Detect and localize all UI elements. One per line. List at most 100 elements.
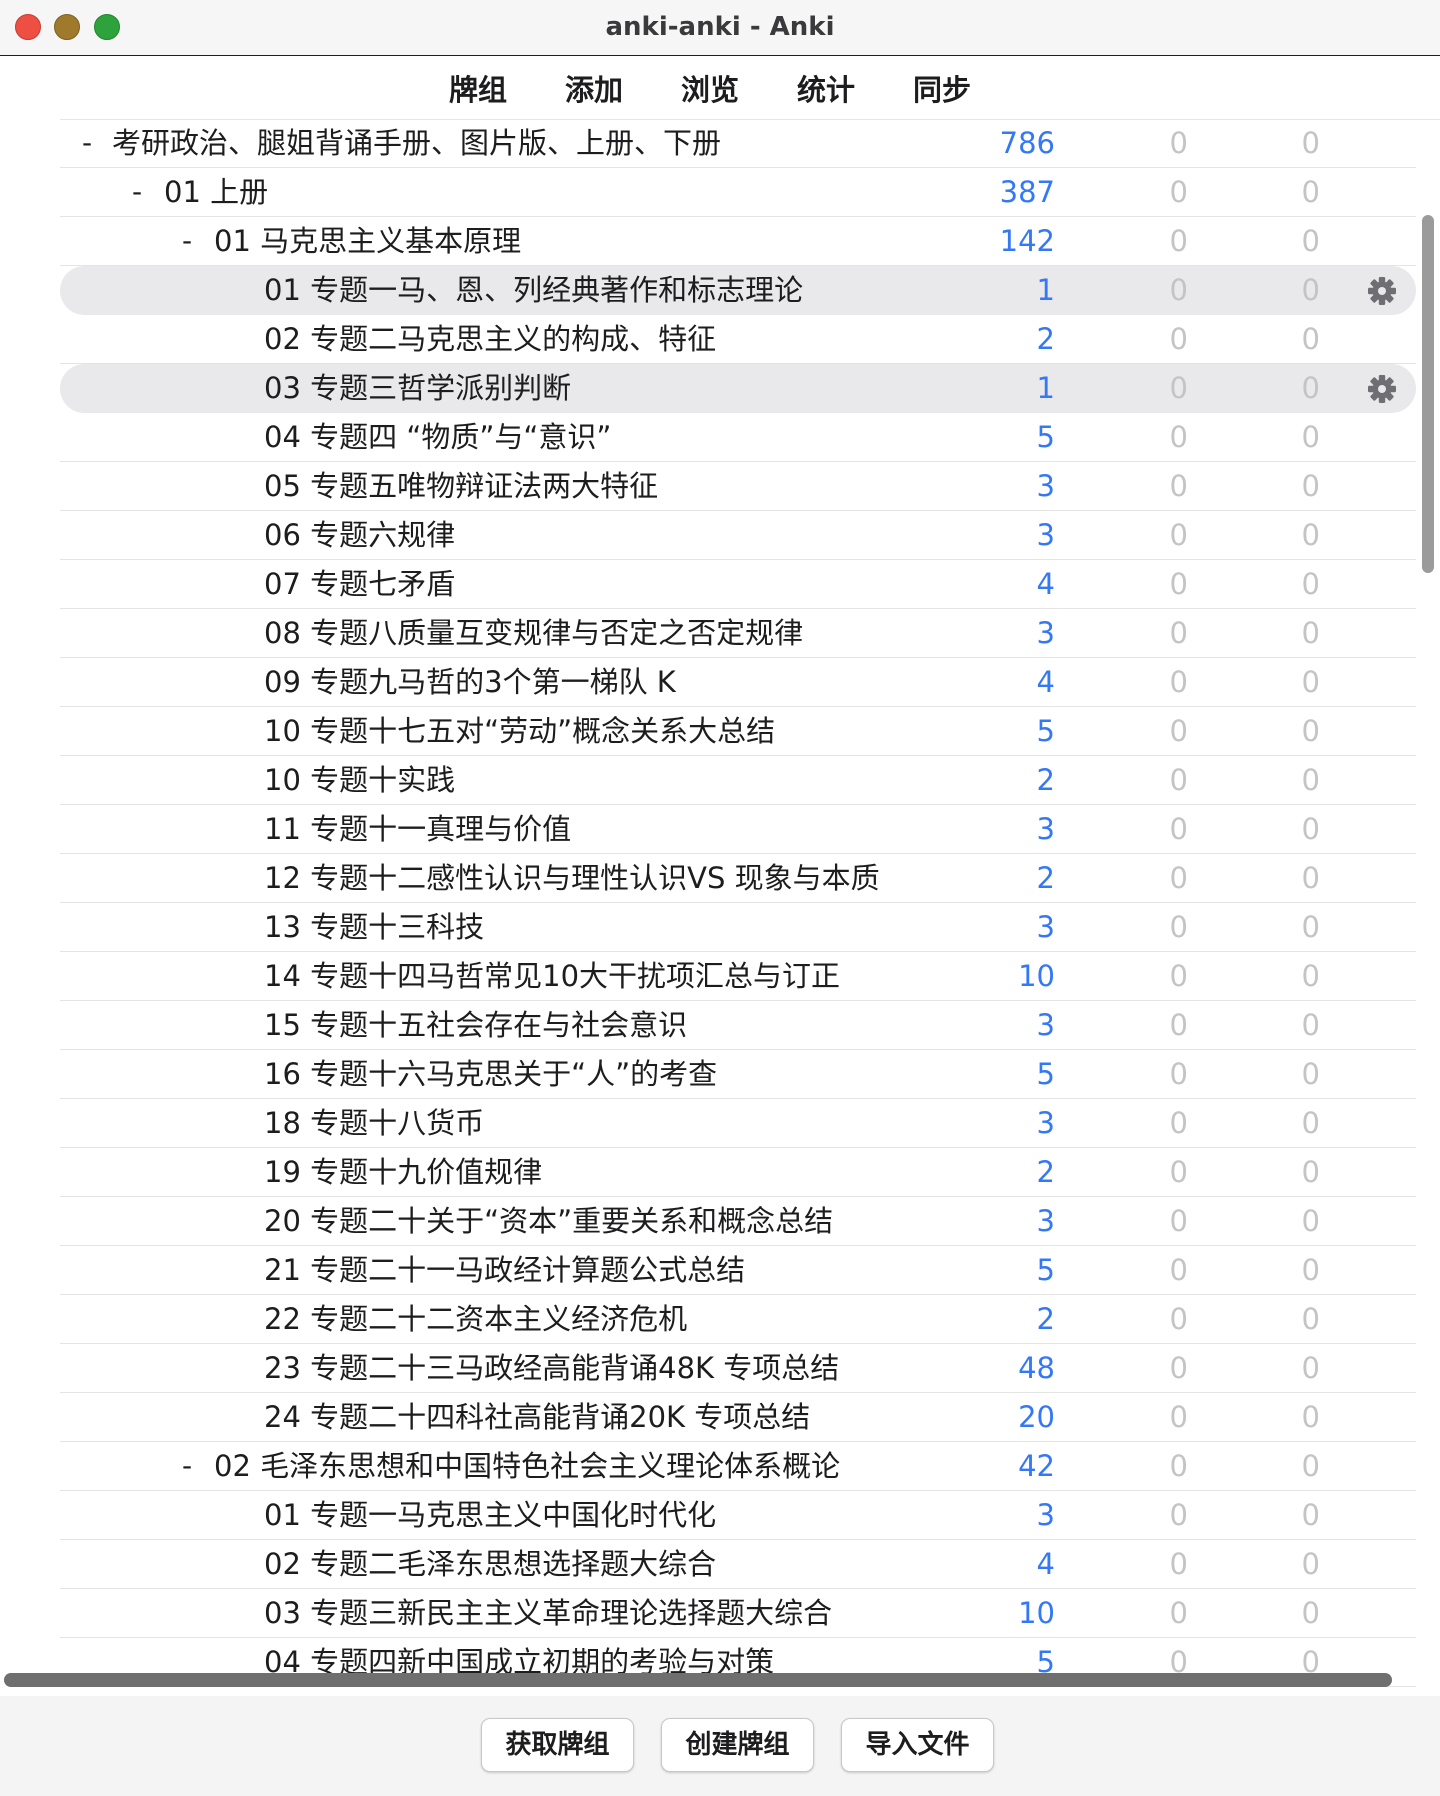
import-file-button[interactable]: 导入文件 (841, 1718, 994, 1772)
deck-row[interactable]: -02 毛泽东思想和中国特色社会主义理论体系概论 42 0 0 (60, 1442, 1416, 1491)
deck-row[interactable]: 13 专题十三科技 3 0 0 (60, 903, 1416, 952)
deck-name[interactable]: 10 专题十实践 (264, 756, 455, 805)
collapse-toggle[interactable]: - (132, 168, 154, 217)
deck-name[interactable]: 16 专题十六马克思关于“人”的考查 (264, 1050, 717, 1099)
deck-row[interactable]: 09 专题九马哲的3个第一梯队 K 4 0 0 (60, 658, 1416, 707)
new-count: 10 (1018, 959, 1055, 993)
collapse-toggle[interactable]: - (182, 1442, 204, 1491)
toolbar-browse-link[interactable]: 浏览 (681, 67, 739, 109)
deck-row[interactable]: 16 专题十六马克思关于“人”的考查 5 0 0 (60, 1050, 1416, 1099)
deck-name[interactable]: 考研政治、腿姐背诵手册、图片版、上册、下册 (112, 119, 721, 168)
learn-count: 0 (1169, 1498, 1188, 1532)
due-count: 0 (1301, 861, 1320, 895)
deck-name[interactable]: 02 毛泽东思想和中国特色社会主义理论体系概论 (214, 1442, 840, 1491)
deck-row[interactable]: -01 马克思主义基本原理 142 0 0 (60, 217, 1416, 266)
deck-name[interactable]: 09 专题九马哲的3个第一梯队 K (264, 658, 676, 707)
due-count: 0 (1301, 763, 1320, 797)
deck-row[interactable]: 20 专题二十关于“资本”重要关系和概念总结 3 0 0 (60, 1197, 1416, 1246)
deck-name[interactable]: 01 马克思主义基本原理 (214, 217, 521, 266)
deck-name[interactable]: 01 专题一马克思主义中国化时代化 (264, 1491, 716, 1540)
new-count: 5 (1036, 1057, 1055, 1091)
new-count: 5 (1036, 420, 1055, 454)
toolbar-add-link[interactable]: 添加 (565, 67, 623, 109)
deck-row[interactable]: 08 专题八质量互变规律与否定之否定规律 3 0 0 (60, 609, 1416, 658)
deck-name[interactable]: 22 专题二十二资本主义经济危机 (264, 1295, 687, 1344)
deck-name[interactable]: 04 专题四 “物质”与“意识” (264, 413, 611, 462)
learn-count: 0 (1169, 910, 1188, 944)
due-count: 0 (1301, 1204, 1320, 1238)
collapse-toggle[interactable]: - (182, 217, 204, 266)
deck-name[interactable]: 02 专题二毛泽东思想选择题大综合 (264, 1540, 716, 1589)
horizontal-scrollbar[interactable] (4, 1673, 1392, 1687)
deck-name[interactable]: 14 专题十四马哲常见10大干扰项汇总与订正 (264, 952, 840, 1001)
deck-row[interactable]: -01 上册 387 0 0 (60, 168, 1416, 217)
deck-name[interactable]: 21 专题二十一马政经计算题公式总结 (264, 1246, 745, 1295)
collapse-toggle[interactable]: - (82, 119, 104, 168)
deck-name[interactable]: 18 专题十八货币 (264, 1099, 484, 1148)
deck-name[interactable]: 10 专题十七五对“劳动”概念关系大总结 (264, 707, 775, 756)
deck-row[interactable]: 02 专题二毛泽东思想选择题大综合 4 0 0 (60, 1540, 1416, 1589)
toolbar-stats-link[interactable]: 统计 (797, 67, 855, 109)
window-title: anki-anki - Anki (605, 12, 835, 42)
deck-row[interactable]: 03 专题三新民主主义革命理论选择题大综合 10 0 0 (60, 1589, 1416, 1638)
deck-name[interactable]: 01 专题一马、恩、列经典著作和标志理论 (264, 266, 803, 315)
deck-name[interactable]: 23 专题二十三马政经高能背诵48K 专项总结 (264, 1344, 839, 1393)
deck-name[interactable]: 03 专题三哲学派别判断 (264, 364, 571, 413)
deck-name[interactable]: 11 专题十一真理与价值 (264, 805, 571, 854)
due-count: 0 (1301, 1547, 1320, 1581)
deck-name[interactable]: 06 专题六规律 (264, 511, 455, 560)
gear-icon[interactable] (1366, 275, 1398, 307)
deck-name[interactable]: 02 专题二马克思主义的构成、特征 (264, 315, 716, 364)
new-count: 42 (1018, 1449, 1055, 1483)
deck-row[interactable]: 06 专题六规律 3 0 0 (60, 511, 1416, 560)
deck-row[interactable]: 12 专题十二感性认识与理性认识VS 现象与本质 2 0 0 (60, 854, 1416, 903)
deck-name[interactable]: 08 专题八质量互变规律与否定之否定规律 (264, 609, 803, 658)
gear-icon[interactable] (1366, 373, 1398, 405)
deck-row[interactable]: 10 专题十实践 2 0 0 (60, 756, 1416, 805)
new-count: 20 (1018, 1400, 1055, 1434)
deck-name[interactable]: 24 专题二十四科社高能背诵20K 专项总结 (264, 1393, 810, 1442)
deck-row[interactable]: 22 专题二十二资本主义经济危机 2 0 0 (60, 1295, 1416, 1344)
learn-count: 0 (1169, 665, 1188, 699)
deck-row[interactable]: 07 专题七矛盾 4 0 0 (60, 560, 1416, 609)
get-shared-button[interactable]: 获取牌组 (481, 1718, 634, 1772)
deck-row[interactable]: 01 专题一马、恩、列经典著作和标志理论 1 0 0 (60, 266, 1416, 315)
deck-row[interactable]: 01 专题一马克思主义中国化时代化 3 0 0 (60, 1491, 1416, 1540)
toolbar-decks-link[interactable]: 牌组 (449, 67, 507, 109)
learn-count: 0 (1169, 224, 1188, 258)
deck-name[interactable]: 05 专题五唯物辩证法两大特征 (264, 462, 658, 511)
deck-row[interactable]: 14 专题十四马哲常见10大干扰项汇总与订正 10 0 0 (60, 952, 1416, 1001)
deck-row[interactable]: - 考研政治、腿姐背诵手册、图片版、上册、下册 786 0 0 (60, 119, 1416, 168)
deck-row[interactable]: 11 专题十一真理与价值 3 0 0 (60, 805, 1416, 854)
deck-row[interactable]: 02 专题二马克思主义的构成、特征 2 0 0 (60, 315, 1416, 364)
new-count: 3 (1036, 1008, 1055, 1042)
deck-row[interactable]: 10 专题十七五对“劳动”概念关系大总结 5 0 0 (60, 707, 1416, 756)
deck-name[interactable]: 01 上册 (164, 168, 268, 217)
deck-name[interactable]: 13 专题十三科技 (264, 903, 484, 952)
deck-row[interactable]: 23 专题二十三马政经高能背诵48K 专项总结 48 0 0 (60, 1344, 1416, 1393)
deck-row[interactable]: 24 专题二十四科社高能背诵20K 专项总结 20 0 0 (60, 1393, 1416, 1442)
deck-row[interactable]: 21 专题二十一马政经计算题公式总结 5 0 0 (60, 1246, 1416, 1295)
deck-name[interactable]: 19 专题十九价值规律 (264, 1148, 542, 1197)
new-count: 2 (1036, 861, 1055, 895)
new-count: 3 (1036, 1498, 1055, 1532)
create-deck-button[interactable]: 创建牌组 (661, 1718, 814, 1772)
deck-row[interactable]: 05 专题五唯物辩证法两大特征 3 0 0 (60, 462, 1416, 511)
deck-name[interactable]: 12 专题十二感性认识与理性认识VS 现象与本质 (264, 854, 880, 903)
learn-count: 0 (1169, 616, 1188, 650)
deck-row[interactable]: 19 专题十九价值规律 2 0 0 (60, 1148, 1416, 1197)
deck-name[interactable]: 15 专题十五社会存在与社会意识 (264, 1001, 687, 1050)
vertical-scrollbar[interactable] (1422, 215, 1434, 573)
deck-name[interactable]: 20 专题二十关于“资本”重要关系和概念总结 (264, 1197, 833, 1246)
learn-count: 0 (1169, 175, 1188, 209)
deck-row[interactable]: 03 专题三哲学派别判断 1 0 0 (60, 364, 1416, 413)
due-count: 0 (1301, 322, 1320, 356)
toolbar-sync-link[interactable]: 同步 (913, 67, 971, 109)
deck-row[interactable]: 04 专题四 “物质”与“意识” 5 0 0 (60, 413, 1416, 462)
new-count: 2 (1036, 322, 1055, 356)
deck-row[interactable]: 18 专题十八货币 3 0 0 (60, 1099, 1416, 1148)
deck-name[interactable]: 03 专题三新民主主义革命理论选择题大综合 (264, 1589, 832, 1638)
deck-row[interactable]: 15 专题十五社会存在与社会意识 3 0 0 (60, 1001, 1416, 1050)
deck-name[interactable]: 07 专题七矛盾 (264, 560, 455, 609)
due-count: 0 (1301, 420, 1320, 454)
